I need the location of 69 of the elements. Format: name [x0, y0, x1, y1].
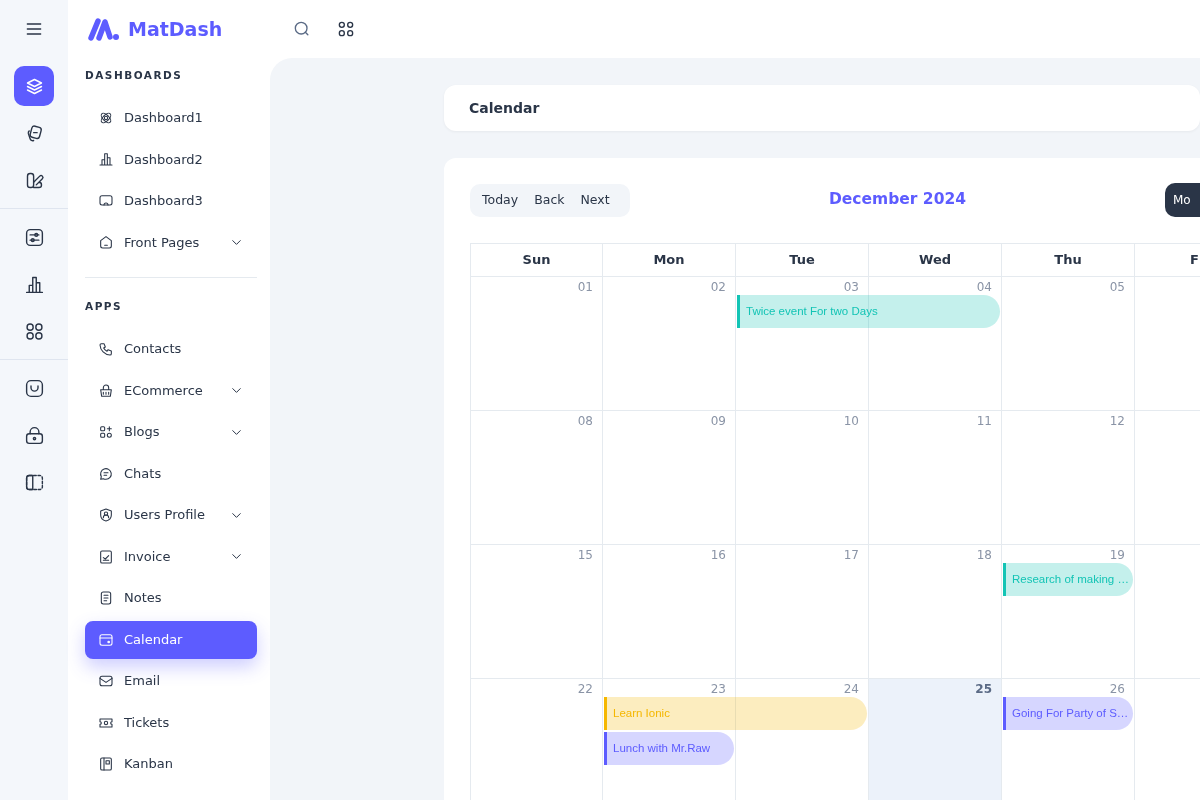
sidebar-item[interactable]: ECommerce [85, 371, 257, 410]
nav-button[interactable]: Next [572, 183, 618, 217]
shapes-icon [98, 424, 114, 440]
weekday-header: Wed [919, 251, 951, 270]
day-number: 11 [976, 414, 992, 428]
day-number: 22 [577, 682, 593, 696]
monitor-icon [98, 192, 114, 209]
day-number: 10 [843, 414, 859, 428]
sidebar-item[interactable]: Invoice [85, 537, 257, 576]
sidebar-item[interactable]: Dashboard3 [85, 181, 257, 220]
day-number: 26 [1109, 682, 1125, 696]
smile-box-icon [23, 377, 45, 399]
weekday-header: Thu [1054, 251, 1082, 270]
sidebar-item[interactable]: Kanban [85, 745, 257, 783]
mail-icon [98, 673, 114, 689]
sidebar-item[interactable]: Users Profile [85, 496, 257, 534]
sidebar-item[interactable]: Email [85, 662, 257, 700]
day-number: 03 [843, 280, 859, 294]
day-number: 05 [1109, 280, 1125, 294]
day-number: 23 [710, 682, 726, 696]
brand-name: MatDash [128, 16, 223, 42]
weekday-header: F [1190, 251, 1199, 270]
weekday-header: Sun [522, 251, 551, 270]
day-number: 08 [577, 414, 593, 428]
day-number: 09 [710, 414, 726, 428]
calendar-icon [98, 631, 114, 648]
day-number: 18 [976, 548, 992, 562]
day-number: 17 [843, 548, 859, 562]
page-title: Calendar [469, 98, 540, 118]
sliders-icon [23, 226, 45, 248]
weekday-header: Mon [653, 251, 685, 270]
day-number: 25 [975, 682, 992, 696]
day-number: 24 [843, 682, 859, 696]
sidebar-item[interactable]: Dashboard2 [85, 140, 257, 179]
chat-icon [98, 465, 114, 482]
day-number: 15 [577, 548, 593, 562]
sidebar-item[interactable]: Blogs [85, 413, 257, 451]
basket-icon [98, 382, 114, 399]
day-number: 01 [577, 280, 593, 294]
sidebar-item[interactable]: Front Pages [85, 223, 257, 262]
apps-icon [336, 19, 356, 39]
user-shield-icon [98, 507, 114, 523]
note-icon [98, 590, 114, 606]
sidebar-item[interactable]: Dashboard1 [85, 98, 257, 137]
apps-icon [23, 320, 45, 342]
kanban-icon [98, 756, 114, 772]
calendar-title: December 2024 [829, 190, 966, 209]
day-number: 12 [1109, 414, 1125, 428]
lock-icon [23, 424, 45, 446]
invoice-icon [98, 548, 114, 565]
view-button[interactable]: Mo [1165, 183, 1200, 217]
nav-button[interactable]: Back [526, 183, 573, 217]
sidebar-item[interactable]: Calendar [85, 620, 257, 659]
bar-chart-icon [98, 151, 114, 168]
section-heading: APPS [85, 299, 123, 315]
sidebar-item[interactable]: Contacts [85, 330, 257, 368]
day-number: 02 [710, 280, 726, 294]
weekday-header: Tue [789, 251, 815, 270]
home-icon [98, 234, 114, 251]
day-number: 16 [710, 548, 726, 562]
sidebar-item[interactable]: Notes [85, 579, 257, 617]
phone-icon [98, 341, 114, 357]
day-number: 04 [976, 280, 992, 294]
nav-button[interactable]: Today [474, 183, 527, 217]
sidebar-item[interactable]: Chats [85, 454, 257, 493]
day-number: 19 [1109, 548, 1125, 562]
logo-icon [88, 16, 120, 42]
section-heading: DASHBOARDS [85, 68, 183, 83]
sidebar-item[interactable]: Tickets [85, 703, 257, 742]
